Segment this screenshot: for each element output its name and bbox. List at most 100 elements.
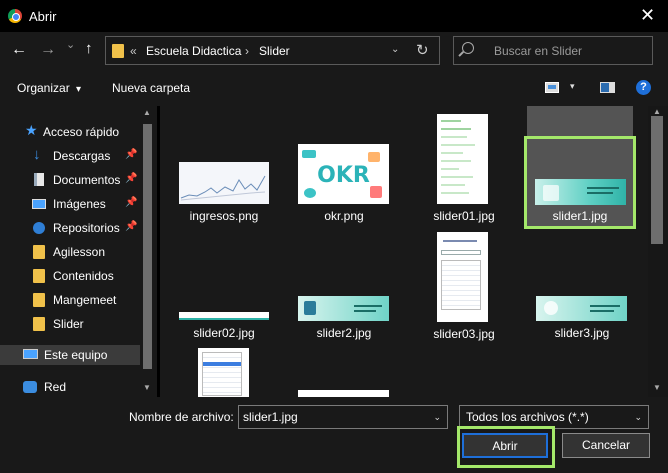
sidebar-item-this-pc[interactable]: Este equipo: [0, 345, 140, 365]
sidebar-item-network[interactable]: Red: [23, 377, 66, 397]
filename-label: Nombre de archivo:: [129, 410, 234, 424]
file-item[interactable]: [174, 346, 274, 397]
breadcrumb-overflow[interactable]: «: [130, 44, 137, 58]
filename-value: slider1.jpg: [243, 410, 298, 424]
file-item[interactable]: [294, 386, 394, 397]
sidebar-item-label: Agilesson: [53, 245, 106, 259]
computer-icon: [23, 348, 38, 362]
file-list-scrollbar-thumb[interactable]: [651, 116, 663, 244]
address-bar[interactable]: « Escuela Didactica › Slider ⌄ ↻: [105, 36, 440, 65]
file-item[interactable]: ingresos.png: [174, 136, 274, 234]
sidebar-item-documentos[interactable]: Documentos: [32, 170, 120, 190]
sidebar-scrollbar-thumb[interactable]: [143, 124, 152, 369]
sidebar-item-descargas[interactable]: ↓ Descargas: [32, 146, 110, 166]
pin-icon[interactable]: 📌: [125, 197, 137, 208]
organize-label: Organizar: [17, 81, 70, 95]
pin-icon[interactable]: 📌: [125, 221, 137, 232]
sidebar-item-quick-access[interactable]: ★ Acceso rápido: [25, 122, 119, 142]
search-icon: [462, 42, 474, 54]
chrome-icon: [8, 9, 22, 23]
navigation-bar: ← → ⌄ ↑ « Escuela Didactica › Slider ⌄ ↻…: [0, 32, 668, 70]
file-thumbnail: [536, 296, 627, 321]
file-item[interactable]: slider02.jpg: [174, 306, 274, 346]
change-view-icon[interactable]: [545, 82, 559, 93]
breadcrumb-escuela-didactica[interactable]: Escuela Didactica: [146, 44, 241, 58]
file-name: slider02.jpg: [193, 326, 255, 340]
file-thumbnail: [437, 232, 488, 322]
file-scroll-down-arrow-icon[interactable]: ▼: [653, 383, 661, 392]
sidebar-item-label: Red: [44, 380, 67, 394]
file-name: slider2.jpg: [316, 326, 372, 340]
new-folder-button[interactable]: Nueva carpeta: [112, 81, 190, 95]
folder-icon: [32, 293, 46, 307]
sidebar-item-label: Repositorios: [53, 221, 120, 235]
pin-icon[interactable]: 📌: [125, 149, 137, 160]
recent-locations-chevron-icon[interactable]: ⌄: [66, 38, 75, 51]
file-name: slider01.jpg: [433, 209, 495, 223]
open-button[interactable]: Abrir: [462, 433, 548, 458]
sidebar-item-contenidos[interactable]: Contenidos: [32, 266, 114, 286]
sidebar-item-label: Mangemeet: [53, 293, 117, 307]
organize-caret-icon: ▾: [76, 84, 82, 95]
file-item[interactable]: slider2.jpg: [294, 292, 394, 346]
up-arrow-icon[interactable]: ↑: [85, 40, 93, 57]
window-title: Abrir: [29, 9, 57, 24]
forward-arrow-icon[interactable]: →: [40, 41, 56, 59]
view-options-caret-icon[interactable]: ▾: [570, 81, 575, 92]
scroll-down-arrow-icon[interactable]: ▼: [143, 383, 151, 392]
file-thumbnail: [198, 348, 249, 397]
file-thumbnail: [298, 390, 389, 397]
navigation-pane: ★ Acceso rápido ↓ Descargas 📌 Documentos…: [0, 106, 157, 397]
preview-pane-icon[interactable]: [600, 82, 615, 93]
scroll-up-arrow-icon[interactable]: ▲: [143, 108, 151, 117]
file-item[interactable]: slider3.jpg: [532, 292, 632, 346]
title-bar: Abrir ✕: [0, 0, 668, 32]
cancel-button[interactable]: Cancelar: [562, 433, 650, 458]
line-chart-thumbnail: [180, 175, 266, 201]
okr-thumbnail-text: OKR: [317, 163, 370, 188]
help-icon[interactable]: ?: [636, 80, 651, 95]
file-thumbnail: [179, 312, 269, 320]
file-type-chevron-icon: ⌄: [634, 412, 642, 422]
sidebar-item-imagenes[interactable]: Imágenes: [32, 194, 106, 214]
repo-icon: [32, 221, 46, 235]
file-item[interactable]: slider03.jpg: [414, 230, 514, 346]
file-scroll-up-arrow-icon[interactable]: ▲: [653, 107, 661, 116]
documents-icon: [32, 173, 46, 187]
download-icon: ↓: [33, 146, 41, 163]
selected-item-background: [527, 106, 633, 136]
filename-input[interactable]: slider1.jpg ⌄: [238, 405, 448, 429]
file-thumbnail: [179, 162, 269, 204]
command-bar: Organizar ▾ Nueva carpeta ▾ ?: [0, 70, 668, 106]
sidebar-item-agilesson[interactable]: Agilesson: [32, 242, 105, 262]
pin-icon[interactable]: 📌: [125, 173, 137, 184]
folder-icon: [32, 269, 46, 283]
back-arrow-icon[interactable]: ←: [11, 41, 27, 59]
sidebar-item-slider[interactable]: Slider: [32, 314, 84, 334]
filename-dropdown-chevron-icon[interactable]: ⌄: [433, 406, 441, 428]
file-name: slider03.jpg: [433, 327, 495, 341]
refresh-icon[interactable]: ↻: [416, 41, 429, 59]
address-dropdown-chevron-icon[interactable]: ⌄: [391, 44, 399, 55]
file-list: ingresos.png OKR okr.png slider01.jpg sl…: [160, 106, 648, 397]
sidebar-item-label: Documentos: [53, 173, 121, 187]
sidebar-item-label: Este equipo: [44, 348, 108, 362]
search-box[interactable]: Buscar en Slider: [453, 36, 653, 65]
sidebar-item-label: Descargas: [53, 149, 111, 163]
close-icon[interactable]: ✕: [640, 5, 655, 26]
file-thumbnail: [298, 296, 389, 321]
sidebar-item-mangemeet[interactable]: Mangemeet: [32, 290, 116, 310]
file-item-selected[interactable]: slider1.jpg: [524, 136, 636, 229]
file-name: ingresos.png: [189, 209, 259, 223]
folder-icon: [32, 245, 46, 259]
organize-button[interactable]: Organizar ▾: [17, 81, 81, 95]
sidebar-item-repositorios[interactable]: Repositorios: [32, 218, 120, 238]
star-icon: ★: [25, 122, 38, 138]
file-thumbnail: [437, 114, 488, 204]
file-item[interactable]: OKR okr.png: [294, 136, 394, 234]
file-item[interactable]: slider01.jpg: [414, 112, 514, 234]
pictures-icon: [32, 197, 46, 211]
breadcrumb-separator: ›: [245, 44, 249, 58]
folder-icon: [32, 317, 46, 331]
breadcrumb-slider[interactable]: Slider: [259, 44, 290, 58]
